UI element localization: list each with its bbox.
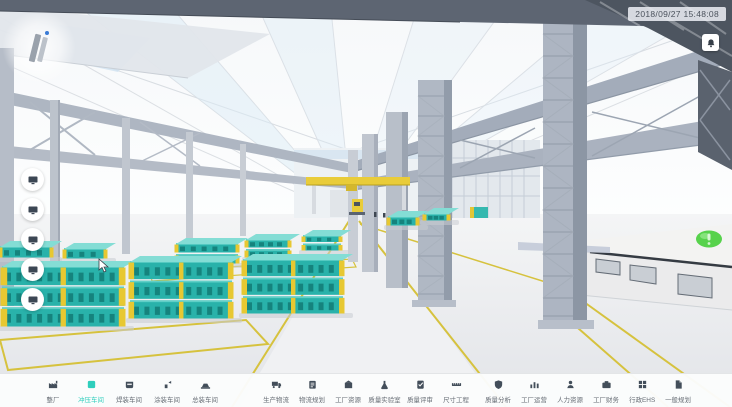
side-button-group — [21, 168, 44, 311]
toolbar-item-label: 冲压车间 — [78, 397, 104, 404]
view-panel-2-button[interactable] — [21, 198, 44, 221]
toolbar-item-resources[interactable]: 工厂资源 — [330, 374, 366, 407]
toolbar-item-case[interactable]: 工厂财务 — [588, 374, 624, 407]
bottom-toolbar: 整厂 冲压车间 焊装车间 涂装车间 总装车间 生产物流 物流规划 工厂资源质量实验室质量评审 尺… — [0, 373, 732, 407]
toolbar-item-review[interactable]: 质量评审 — [402, 374, 438, 407]
monitor-icon — [27, 234, 39, 246]
toolbar-item-label: 人力资源 — [557, 397, 583, 404]
toolbar-item-label: 一般规划 — [665, 397, 691, 404]
toolbar-item-painting[interactable]: 涂装车间 — [148, 374, 186, 407]
lab-icon — [379, 379, 390, 390]
monitor-icon — [27, 294, 39, 306]
die-stack[interactable] — [126, 256, 242, 323]
toolbar-item-label: 尺寸工程 — [443, 397, 469, 404]
toolbar-item-person[interactable]: 人力资源 — [552, 374, 588, 407]
toolbar-item-label: 总装车间 — [192, 397, 218, 404]
toolbar-item-label: 质量分析 — [485, 397, 511, 404]
truck-icon — [271, 379, 282, 390]
toolbar-item-assembly[interactable]: 总装车间 — [186, 374, 224, 407]
shield-icon — [493, 379, 504, 390]
assembly-icon — [200, 379, 211, 390]
toolbar-item-label: 工厂财务 — [593, 397, 619, 404]
monitor-icon — [27, 264, 39, 276]
toolbar-item-label: 焊装车间 — [116, 397, 142, 404]
stamping-icon — [86, 379, 97, 390]
grid-icon — [637, 379, 648, 390]
toolbar-item-shield[interactable]: 质量分析 — [480, 374, 516, 407]
review-icon — [415, 379, 426, 390]
monitor-icon — [27, 204, 39, 216]
toolbar-group-operations: 生产物流 物流规划 工厂资源质量实验室质量评审 尺寸工程 — [258, 374, 474, 407]
toolbar-item-label: 行政EHS — [629, 397, 655, 404]
doc-icon — [673, 379, 684, 390]
toolbar-item-plan[interactable]: 物流规划 — [294, 374, 330, 407]
notification-button[interactable] — [702, 34, 719, 51]
factory-3d-viewport[interactable] — [0, 0, 732, 407]
resources-icon — [343, 379, 354, 390]
toolbar-item-factory[interactable]: 整厂 — [34, 374, 72, 407]
right-edge-structure — [698, 60, 732, 170]
die-stack[interactable] — [239, 254, 353, 318]
ruler-icon — [451, 379, 462, 390]
view-panel-4-button[interactable] — [21, 258, 44, 281]
view-panel-5-button[interactable] — [21, 288, 44, 311]
view-panel-1-button[interactable] — [21, 168, 44, 191]
toolbar-item-doc[interactable]: 一般规划 — [660, 374, 696, 407]
view-panel-3-button[interactable] — [21, 228, 44, 251]
toolbar-item-welding[interactable]: 焊装车间 — [110, 374, 148, 407]
person-icon — [565, 379, 576, 390]
monitor-icon — [27, 174, 39, 186]
toolbar-group-management: 质量分析 工厂运营 人力资源 工厂财务 行政EHS 一般规划 — [480, 374, 696, 407]
toolbar-item-lab[interactable]: 质量实验室 — [366, 374, 402, 407]
clock: 2018/09/27 15:48:08 — [628, 7, 726, 21]
bell-icon — [706, 38, 716, 48]
case-icon — [601, 379, 612, 390]
toolbar-item-label: 质量评审 — [407, 397, 433, 404]
toolbar-item-label: 整厂 — [47, 397, 60, 404]
toolbar-item-chart[interactable]: 工厂运营 — [516, 374, 552, 407]
toolbar-item-label: 物流规划 — [299, 397, 325, 404]
toolbar-item-label: 生产物流 — [263, 397, 289, 404]
plan-icon — [307, 379, 318, 390]
toolbar-item-label: 质量实验室 — [368, 397, 400, 404]
toolbar-item-label: 工厂运营 — [521, 397, 547, 404]
welding-icon — [124, 379, 135, 390]
toolbar-group-workshops: 整厂 冲压车间 焊装车间 涂装车间 总装车间 — [34, 374, 224, 407]
near-column — [538, 14, 594, 329]
alert-marker[interactable] — [696, 231, 722, 248]
toolbar-item-stamping[interactable]: 冲压车间 — [72, 374, 110, 407]
toolbar-item-label: 工厂资源 — [335, 397, 361, 404]
digital-twin-factory-app: 2018/09/27 15:48:08 整厂 冲压车间 焊装车间 涂装车间 总装车间 生产… — [0, 0, 732, 407]
toolbar-item-grid[interactable]: 行政EHS — [624, 374, 660, 407]
painting-icon — [162, 379, 173, 390]
toolbar-item-ruler[interactable]: 尺寸工程 — [438, 374, 474, 407]
toolbar-item-label: 涂装车间 — [154, 397, 180, 404]
toolbar-item-truck[interactable]: 生产物流 — [258, 374, 294, 407]
chart-icon — [529, 379, 540, 390]
factory-icon — [48, 379, 59, 390]
